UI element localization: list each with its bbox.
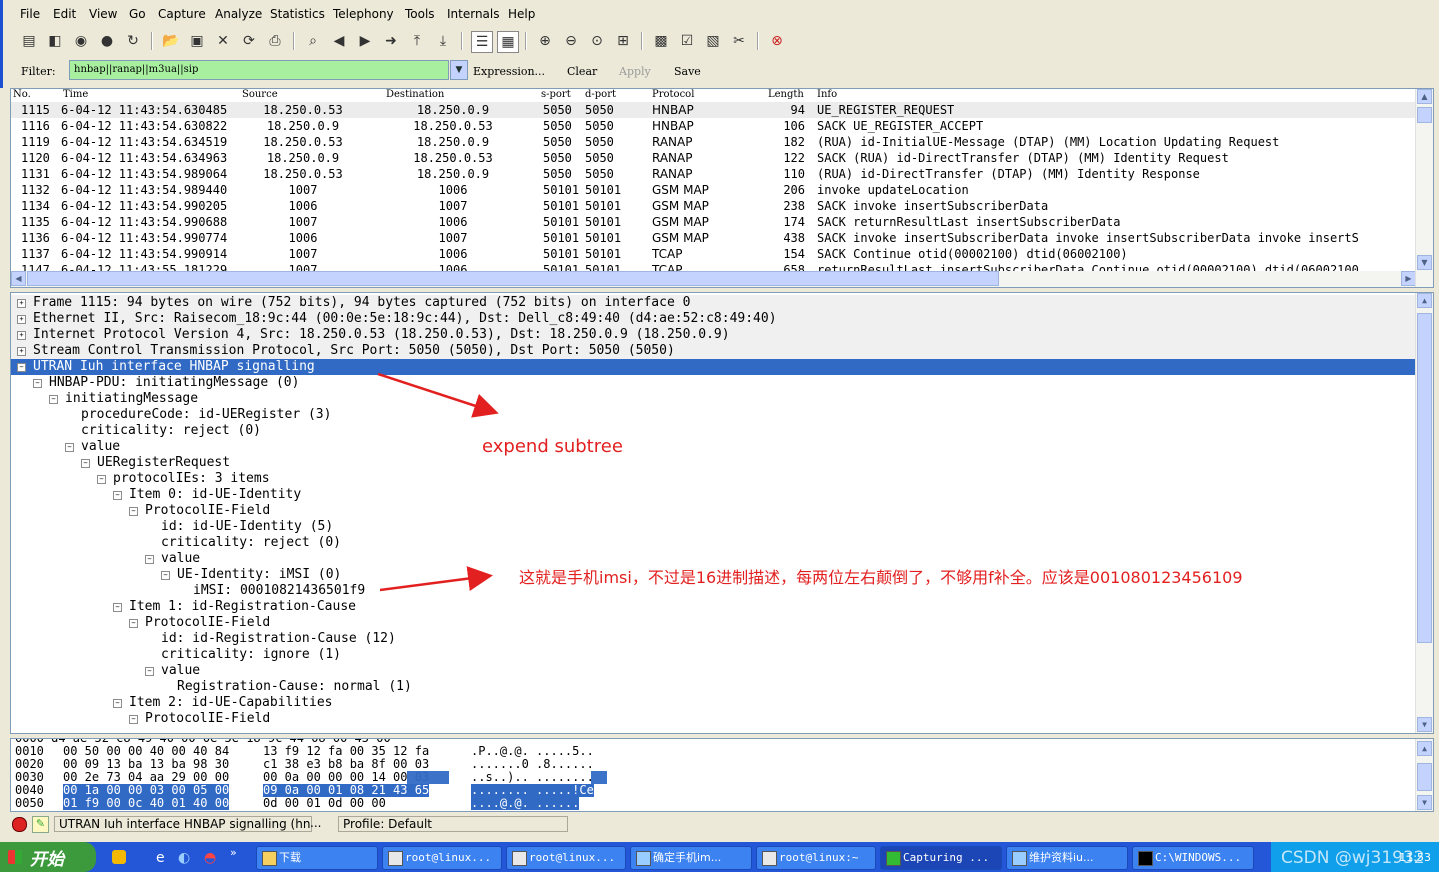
annotation-imsi: 这就是手机imsi，不过是16进制描述，每两位左右颠倒了，不够用f补全。应该是0… — [519, 568, 1243, 587]
arrow-imsi — [379, 566, 493, 592]
annotation-expand: expend subtree — [482, 436, 623, 457]
annotation-overlay — [377, 372, 499, 592]
arrow-expand — [377, 372, 499, 418]
